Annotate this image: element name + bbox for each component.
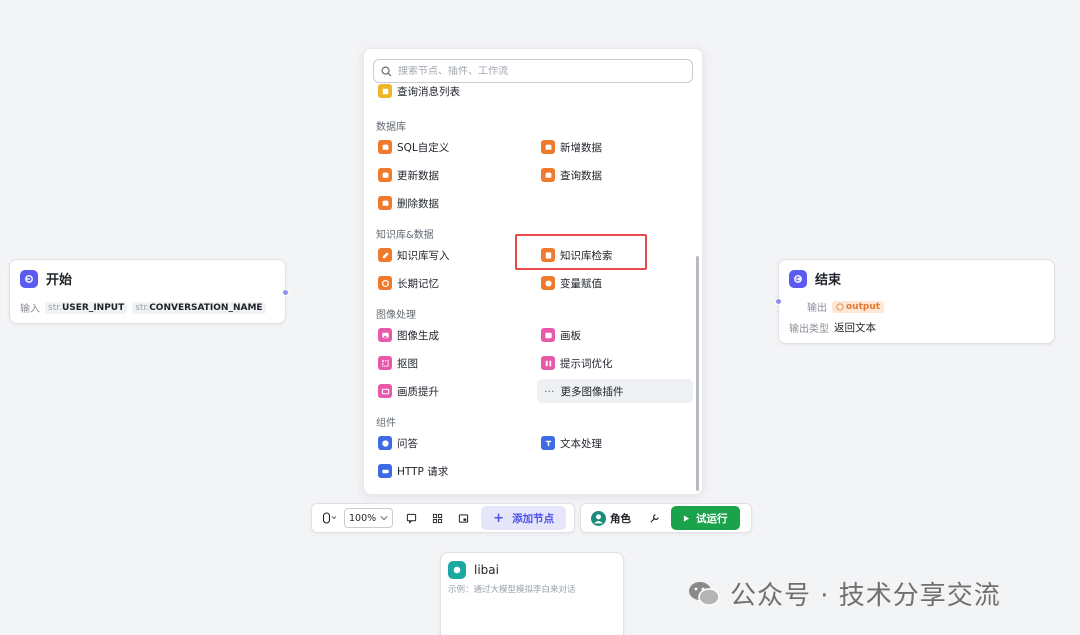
database-icon — [378, 140, 392, 154]
param-tag: str.USER_INPUT — [45, 301, 128, 314]
node-item-prompt-optimize[interactable]: 提示词优化 — [539, 352, 613, 374]
test-run-button[interactable]: 试运行 — [671, 506, 740, 530]
section-title-knowledge: 知识库&数据 — [376, 230, 434, 241]
node-item-more-image-plugins[interactable]: ··· 更多图像插件 — [537, 379, 693, 403]
watermark: 公众号 · 技术分享交流 — [688, 575, 1001, 612]
memory-icon — [378, 276, 392, 290]
start-node[interactable]: 开始 输入 str.USER_INPUT str.CONVERSATION_NA… — [9, 259, 289, 324]
end-node[interactable]: 结束 输出 output 输出类型 返回文本 — [775, 259, 1055, 344]
start-output-port[interactable] — [282, 289, 289, 296]
message-list-icon — [378, 84, 392, 98]
database-add-icon — [541, 140, 555, 154]
knowledge-write-icon — [378, 248, 392, 262]
node-item-long-memory[interactable]: 长期记忆 — [376, 272, 439, 294]
node-item-insert-data[interactable]: 新增数据 — [539, 136, 602, 158]
output-tag: output — [832, 300, 885, 313]
cutout-icon — [378, 356, 392, 370]
node-item-delete-data[interactable]: 删除数据 — [376, 192, 439, 214]
play-icon — [683, 514, 690, 522]
role-button[interactable]: 角色 — [591, 507, 631, 529]
add-node-button[interactable]: + 添加节点 — [481, 506, 567, 530]
database-delete-icon — [378, 196, 392, 210]
node-item-qa[interactable]: 问答 — [376, 432, 418, 454]
mouse-mode-button[interactable] — [316, 507, 344, 529]
highlight-box — [515, 234, 647, 270]
plus-icon: + — [493, 510, 505, 526]
section-title-database: 数据库 — [376, 122, 406, 133]
node-item-cutout[interactable]: 抠图 — [376, 352, 418, 374]
mouse-icon — [322, 512, 337, 524]
node-item-http[interactable]: HTTP 请求 — [376, 460, 448, 482]
avatar-icon — [591, 510, 606, 526]
http-icon — [378, 464, 392, 478]
node-item-text-process[interactable]: 文本处理 — [539, 432, 602, 454]
search-icon — [381, 66, 392, 76]
more-icon: ··· — [544, 384, 555, 398]
canvas-toolbar: 100% + 添加节点 — [311, 503, 575, 533]
node-item-canvas[interactable]: 画板 — [539, 324, 581, 346]
prompt-icon — [541, 356, 555, 370]
info-icon — [836, 302, 844, 311]
add-node-panel: 查询消息列表 数据库 SQL自定义 新增数据 更新数据 查询数据 删除数据 知识… — [363, 48, 703, 495]
chat-icon — [448, 561, 466, 579]
end-output-type-label: 输出类型 — [789, 324, 829, 335]
canvas-icon — [541, 328, 555, 342]
minimap-button[interactable] — [451, 507, 475, 529]
node-list[interactable]: 查询消息列表 数据库 SQL自定义 新增数据 更新数据 查询数据 删除数据 知识… — [364, 84, 702, 494]
comment-icon — [406, 513, 416, 524]
database-search-icon — [541, 168, 555, 182]
wechat-icon — [689, 581, 720, 606]
node-item-image-generate[interactable]: 图像生成 — [376, 324, 439, 346]
wrench-icon — [649, 513, 659, 523]
hd-icon — [378, 384, 392, 398]
section-title-image: 图像处理 — [376, 310, 416, 321]
end-output-label: 输出 — [807, 303, 827, 314]
start-node-title: 开始 — [46, 273, 73, 288]
zoom-value: 100% — [349, 512, 377, 524]
search-box[interactable] — [373, 59, 693, 83]
run-toolbar: 角色 试运行 — [580, 503, 752, 533]
zoom-select[interactable]: 100% — [344, 508, 394, 528]
node-item-sql[interactable]: SQL自定义 — [376, 136, 449, 158]
node-item-update-data[interactable]: 更新数据 — [376, 164, 439, 186]
end-input-port[interactable] — [775, 298, 782, 305]
node-item-query-messages[interactable]: 查询消息列表 — [376, 84, 460, 98]
section-title-component: 组件 — [376, 418, 396, 429]
text-icon — [541, 436, 555, 450]
database-edit-icon — [378, 168, 392, 182]
param-tag: str.CONVERSATION_NAME — [132, 301, 266, 314]
minimap-icon — [458, 513, 468, 523]
libai-node[interactable]: libai 示例：通过大模型模拟李白来对话 — [440, 552, 624, 635]
start-icon — [20, 269, 38, 288]
end-node-title: 结束 — [815, 273, 842, 288]
comment-button[interactable] — [399, 507, 423, 529]
libai-node-title: libai — [474, 563, 499, 577]
node-item-variable-assign[interactable]: 变量赋值 — [539, 272, 602, 294]
node-item-knowledge-write[interactable]: 知识库写入 — [376, 244, 450, 266]
node-item-quality-upscale[interactable]: 画质提升 — [376, 380, 439, 402]
layout-button[interactable] — [425, 507, 449, 529]
node-item-query-data[interactable]: 查询数据 — [539, 164, 602, 186]
start-input-label: 输入 — [20, 304, 40, 315]
image-icon — [378, 328, 392, 342]
panel-scrollbar[interactable] — [696, 256, 699, 491]
libai-node-desc: 示例：通过大模型模拟李白来对话 — [448, 585, 576, 595]
search-input[interactable] — [398, 65, 678, 77]
debug-button[interactable] — [641, 507, 667, 529]
end-output-type-value: 返回文本 — [834, 322, 876, 334]
watermark-text: 公众号 · 技术分享交流 — [730, 581, 1001, 611]
grid-icon — [432, 513, 442, 523]
question-icon — [378, 436, 392, 450]
end-icon — [789, 269, 807, 288]
chevron-down-icon — [380, 516, 388, 521]
variable-icon — [541, 276, 555, 290]
